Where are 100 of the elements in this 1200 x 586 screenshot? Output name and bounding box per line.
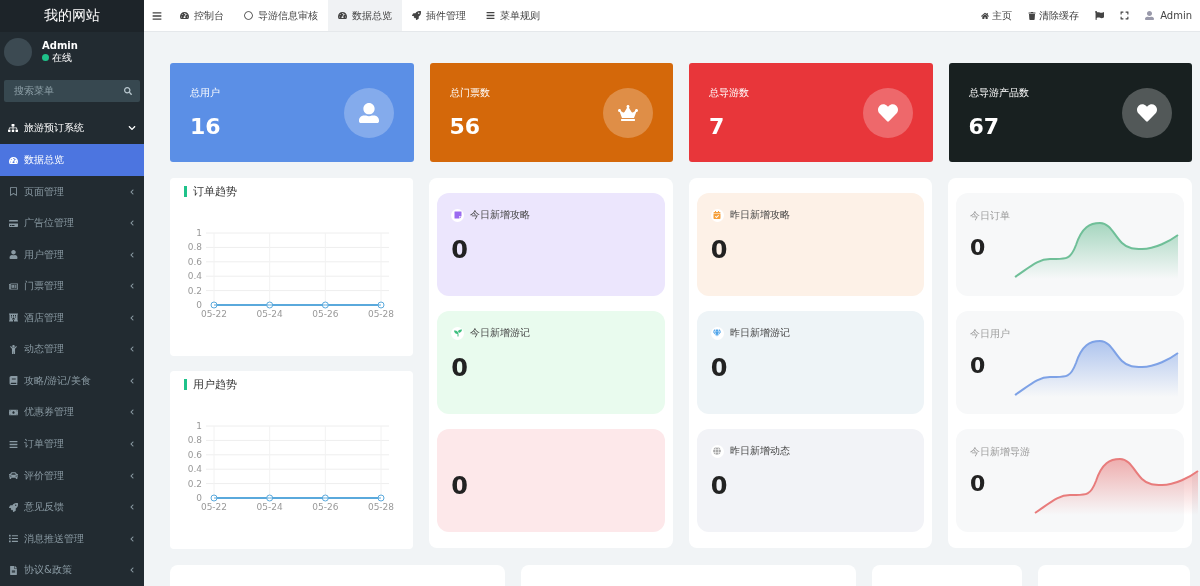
tile-label: 昨日新增攻略 — [729, 208, 790, 222]
fullscreen-icon[interactable] — [1119, 11, 1129, 20]
menu-item-icon — [9, 439, 18, 449]
tile-icon — [453, 329, 462, 337]
axis-tick-label: 05-22 — [200, 502, 228, 512]
nav-link[interactable]: 清除缓存 — [1019, 8, 1087, 23]
tile-label: 昨日新增游记 — [729, 326, 790, 340]
stat-value: 56 — [449, 114, 482, 139]
chevron-left-icon — [129, 314, 135, 321]
chevron-left-icon — [129, 377, 135, 384]
chevron-down-icon — [128, 123, 136, 132]
stat-value: 16 — [190, 114, 221, 139]
sidebar-item[interactable]: 订单管理 — [0, 428, 144, 460]
menu-group[interactable]: 旅游预订系统 — [0, 110, 144, 145]
tile-value: 0 — [710, 354, 729, 382]
stat-icon — [1137, 102, 1157, 123]
chevron-left-icon — [129, 441, 135, 447]
menu-item-icon — [9, 502, 18, 512]
tile-label: 今日用户 — [970, 327, 1010, 341]
sidebar-item[interactable]: 评价管理 — [0, 459, 144, 492]
stat-value: 67 — [968, 114, 1001, 139]
tab-icon — [180, 11, 189, 20]
menu-item-icon — [9, 187, 18, 197]
tile-value: 0 — [451, 354, 469, 382]
menu-item-icon — [9, 155, 18, 165]
search-input[interactable]: 搜索菜单 — [12, 84, 124, 98]
sidebar-item[interactable]: 用户管理 — [0, 238, 144, 271]
stat-label: 总导游产品数 — [968, 86, 1029, 100]
stat-icon — [877, 102, 898, 123]
sidebar-item[interactable]: 酒店管理 — [0, 302, 144, 334]
axis-tick-label: 0.8 — [187, 242, 202, 253]
tile-value: 0 — [451, 472, 469, 500]
menu-icon[interactable] — [152, 10, 162, 21]
data-point — [266, 301, 274, 309]
tile-value: 0 — [970, 235, 987, 260]
tile-value: 0 — [451, 236, 469, 264]
tile-value: 0 — [710, 472, 729, 500]
menu-item-icon — [9, 218, 18, 228]
flag-icon[interactable] — [1094, 11, 1104, 20]
data-point — [210, 494, 218, 502]
axis-tick-label: 1 — [196, 228, 202, 238]
user-menu[interactable]: Admin — [1136, 10, 1200, 21]
sidebar-item[interactable]: 页面管理 — [0, 175, 144, 208]
axis-tick-label: 05-26 — [312, 502, 339, 512]
stat-label: 总用户 — [190, 86, 221, 100]
tile-label: 今日新增导游 — [970, 445, 1030, 459]
sidebar-item[interactable]: 动态管理 — [0, 333, 144, 366]
user-name: Admin — [42, 39, 78, 51]
chevron-left-icon — [129, 220, 135, 227]
menu-item-icon — [9, 565, 18, 575]
chevron-left-icon — [129, 283, 135, 290]
axis-tick-label: 0 — [196, 300, 202, 310]
tile-icon — [453, 211, 462, 219]
tile-icon — [713, 211, 722, 219]
sidebar-item[interactable]: 广告位管理 — [0, 207, 144, 239]
tab-icon — [244, 11, 253, 20]
axis-tick-label: 0.2 — [187, 478, 202, 489]
chevron-left-icon — [129, 346, 135, 353]
tab-icon — [338, 11, 347, 20]
tile-value: 0 — [970, 353, 987, 378]
search-icon[interactable] — [124, 86, 132, 95]
nav-tab[interactable]: 菜单规则 — [476, 0, 550, 31]
chevron-left-icon — [129, 251, 135, 258]
tile-value: 0 — [710, 236, 729, 264]
sidebar-item[interactable]: 数据总览 — [0, 144, 144, 176]
tab-icon — [486, 11, 495, 20]
nav-tab[interactable]: 控制台 — [170, 0, 234, 31]
menu-item-icon — [9, 313, 18, 323]
tile-value: 0 — [970, 471, 987, 496]
data-point — [321, 301, 329, 309]
axis-tick-label: 0 — [196, 493, 202, 503]
nav-tab[interactable]: 插件管理 — [402, 0, 476, 31]
sidebar-item[interactable]: 攻略/游记/美食 — [0, 365, 144, 397]
sidebar-item[interactable]: 门票管理 — [0, 270, 144, 303]
sidebar-item[interactable]: 协议&政策 — [0, 554, 144, 586]
user-icon — [1144, 11, 1154, 20]
data-point — [377, 301, 385, 309]
nav-link[interactable]: 主页 — [972, 8, 1020, 23]
nav-tab[interactable]: 导游信息审核 — [234, 0, 328, 31]
axis-tick-label: 05-24 — [256, 309, 283, 319]
axis-tick-label: 0.6 — [187, 256, 202, 267]
sidebar-item[interactable]: 优惠券管理 — [0, 396, 144, 429]
chevron-left-icon — [129, 409, 135, 416]
axis-tick-label: 05-28 — [367, 309, 395, 319]
axis-tick-label: 05-24 — [256, 502, 283, 512]
menu-item-icon — [9, 534, 18, 544]
online-status: 在线 — [42, 50, 78, 65]
nav-tab[interactable]: 数据总览 — [328, 0, 402, 31]
search-field[interactable]: 搜索菜单 — [4, 80, 140, 102]
stat-label: 总门票数 — [449, 86, 490, 100]
sidebar-item[interactable]: 消息推送管理 — [0, 522, 144, 555]
stat-value: 7 — [709, 114, 726, 139]
sidebar-item[interactable]: 意见反馈 — [0, 491, 144, 523]
stat-icon — [618, 102, 638, 123]
site-title: 我的网站 — [0, 0, 144, 32]
menu-item-icon — [9, 376, 18, 386]
axis-tick-label: 05-22 — [200, 309, 228, 319]
tile-label: 昨日新增动态 — [729, 444, 790, 458]
data-point — [377, 494, 385, 502]
chevron-left-icon — [129, 188, 135, 195]
